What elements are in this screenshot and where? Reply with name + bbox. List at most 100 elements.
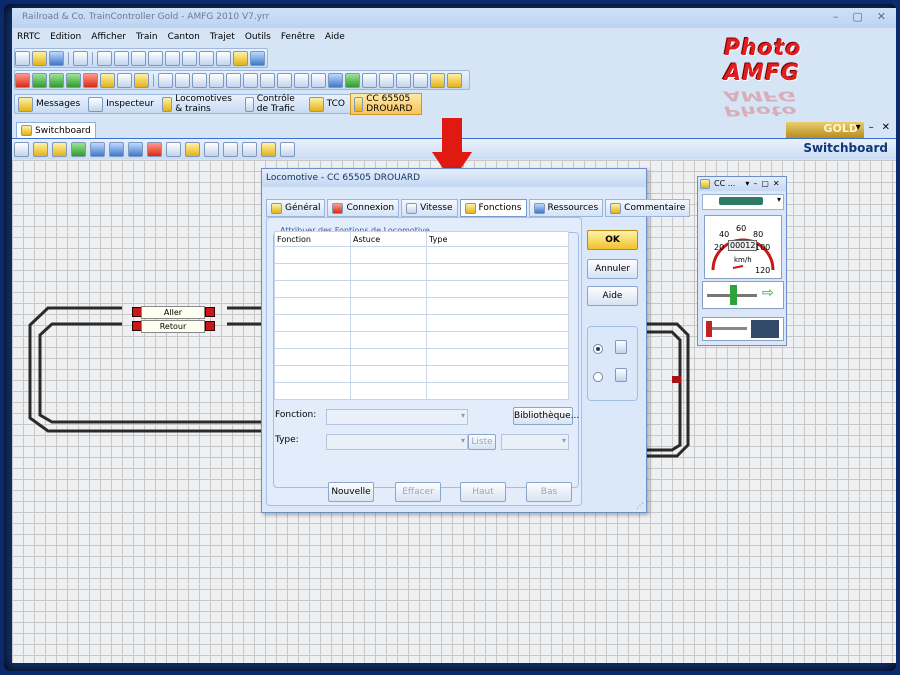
menu-trajet[interactable]: Trajet xyxy=(205,30,240,46)
block-draw-icon[interactable] xyxy=(147,142,162,157)
column-type[interactable]: Type xyxy=(426,231,569,247)
function-buttons-icon[interactable] xyxy=(751,320,779,338)
direction-arrow-icon[interactable]: ⇨ xyxy=(762,285,774,301)
menu-aide[interactable]: Aide xyxy=(320,30,350,46)
simulation-icon[interactable] xyxy=(66,72,81,88)
haut-button[interactable]: Haut xyxy=(460,482,506,502)
switch-icon[interactable] xyxy=(243,72,258,88)
tools-icon[interactable] xyxy=(233,50,248,66)
maximize-icon[interactable]: ▢ xyxy=(761,177,769,191)
route-split-icon[interactable] xyxy=(226,72,241,88)
save-icon[interactable] xyxy=(49,50,64,66)
block-icon[interactable] xyxy=(158,72,173,88)
cut-icon[interactable] xyxy=(131,50,146,66)
aller-signal-right[interactable] xyxy=(205,307,215,317)
chain-icon[interactable] xyxy=(396,72,411,88)
slider-handle[interactable] xyxy=(730,285,737,305)
shape-icon[interactable] xyxy=(128,142,143,157)
tab-vitesse[interactable]: Vitesse xyxy=(401,199,458,217)
menu-edition[interactable]: Edition xyxy=(45,30,86,46)
stop-icon[interactable] xyxy=(15,72,30,88)
pointer-icon[interactable] xyxy=(14,142,29,157)
locomotives-trains-button[interactable]: Locomotives & trains xyxy=(159,94,240,114)
table-row[interactable] xyxy=(274,297,569,315)
chart-icon[interactable] xyxy=(280,142,295,157)
menu-fenetre[interactable]: Fenêtre xyxy=(276,30,320,46)
effacer-button[interactable]: Effacer xyxy=(395,482,441,502)
liste-combo[interactable] xyxy=(501,434,569,450)
table-row[interactable] xyxy=(274,314,569,332)
text-icon[interactable] xyxy=(328,72,343,88)
tab-commentaire[interactable]: Commentaire xyxy=(605,199,691,217)
column-fonction[interactable]: Fonction xyxy=(274,231,351,247)
table-row[interactable] xyxy=(274,280,569,298)
edit-mode-icon[interactable] xyxy=(100,72,115,88)
color-icon[interactable] xyxy=(71,142,86,157)
minimize-icon[interactable]: – xyxy=(833,10,839,23)
route-icon[interactable] xyxy=(209,72,224,88)
minimize-icon[interactable]: – xyxy=(753,177,757,191)
nouvelle-button[interactable]: Nouvelle xyxy=(328,482,374,502)
throttle-slider[interactable]: ⇨ xyxy=(702,281,784,309)
open-folder-icon[interactable] xyxy=(32,50,47,66)
aide-button[interactable]: Aide xyxy=(587,286,638,306)
emergency-icon[interactable] xyxy=(83,72,98,88)
table-row[interactable] xyxy=(274,348,569,366)
tab-ressources[interactable]: Ressources xyxy=(528,199,604,217)
right-signal[interactable] xyxy=(672,376,681,383)
pen-icon[interactable] xyxy=(33,142,48,157)
new-file-icon[interactable] xyxy=(15,50,30,66)
cc65505-button[interactable]: CC 65505 DROUARD xyxy=(349,93,423,115)
brake-handle[interactable] xyxy=(706,321,712,337)
table-row[interactable] xyxy=(274,246,569,264)
run-icon[interactable] xyxy=(32,72,47,88)
block-retour[interactable]: Retour xyxy=(141,320,205,333)
fonction-combo[interactable] xyxy=(326,409,468,425)
menu-dropdown-icon[interactable]: ▾ xyxy=(745,177,749,191)
table-row[interactable] xyxy=(274,331,569,349)
magnet-icon[interactable] xyxy=(413,72,428,88)
circle-icon[interactable] xyxy=(185,142,200,157)
tco-button[interactable]: TCO xyxy=(306,96,348,112)
tab-connexion[interactable]: Connexion xyxy=(327,199,400,217)
paintbrush-icon[interactable] xyxy=(52,142,67,157)
block-delete-icon[interactable] xyxy=(192,72,207,88)
bas-button[interactable]: Bas xyxy=(526,482,572,502)
maximize-icon[interactable]: ▢ xyxy=(852,10,862,23)
list-view-radio[interactable] xyxy=(593,344,603,354)
properties-icon[interactable] xyxy=(216,50,231,66)
close-icon[interactable]: ✕ xyxy=(773,177,780,191)
table-row[interactable] xyxy=(274,365,569,383)
resize-grip-icon[interactable]: ⋰ xyxy=(636,501,644,510)
retour-signal-right[interactable] xyxy=(205,321,215,331)
column-astuce[interactable]: Astuce xyxy=(350,231,427,247)
clock-icon[interactable] xyxy=(430,72,445,88)
pencil-icon[interactable] xyxy=(134,72,149,88)
copy-icon[interactable] xyxy=(148,50,163,66)
table-row[interactable] xyxy=(274,382,569,400)
contact-icon[interactable] xyxy=(294,72,309,88)
settings-icon[interactable] xyxy=(250,50,265,66)
type-combo[interactable] xyxy=(326,434,468,450)
annuler-button[interactable]: Annuler xyxy=(587,259,638,279)
menu-canton[interactable]: Canton xyxy=(163,30,205,46)
pin-icon[interactable]: – xyxy=(869,122,874,133)
rotate-left-icon[interactable] xyxy=(182,50,197,66)
close-icon[interactable]: ✕ xyxy=(877,10,886,23)
panel-icon[interactable] xyxy=(223,142,238,157)
inspecteur-button[interactable]: Inspecteur xyxy=(85,96,157,112)
ok-button[interactable]: OK xyxy=(587,230,638,250)
turnout-icon[interactable] xyxy=(260,72,275,88)
block-edit-icon[interactable] xyxy=(175,72,190,88)
switchboard-tab[interactable]: Switchboard xyxy=(16,122,96,138)
menu-outils[interactable]: Outils xyxy=(240,30,276,46)
functions-table[interactable]: Fonction Astuce Type xyxy=(274,231,569,400)
icon-view-radio[interactable] xyxy=(593,372,603,382)
line-icon[interactable] xyxy=(90,142,105,157)
controle-trafic-button[interactable]: Contrôle de Trafic xyxy=(242,94,304,114)
link-icon[interactable] xyxy=(379,72,394,88)
liste-button[interactable]: Liste xyxy=(468,434,496,450)
paste-icon[interactable] xyxy=(165,50,180,66)
undo-icon[interactable] xyxy=(97,50,112,66)
print-icon[interactable] xyxy=(73,50,88,66)
